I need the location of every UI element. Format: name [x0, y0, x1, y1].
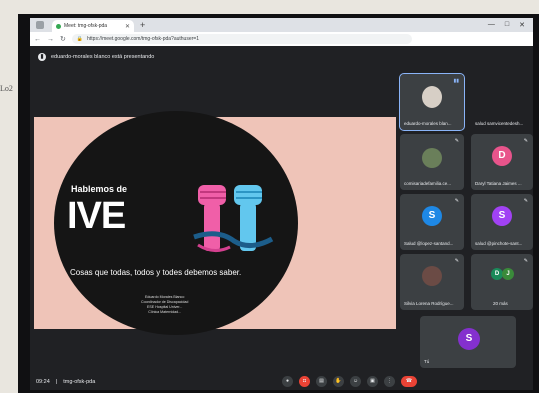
tab-close-icon[interactable]: ✕	[125, 23, 130, 30]
participant-avatar: S	[492, 206, 512, 226]
address-bar[interactable]: 🔒 https://meet.google.com/tmg-ofsk-pda?a…	[71, 34, 412, 44]
meet-favicon-icon	[56, 23, 61, 29]
credit-line: Clínica Maternidad...	[148, 310, 182, 314]
browser-toolbar: ← → ↻ 🔒 https://meet.google.com/tmg-ofsk…	[30, 32, 533, 46]
captions-button[interactable]: ▤	[316, 376, 327, 387]
meeting-separator: |	[55, 378, 58, 385]
mic-off-icon: ✎	[454, 198, 459, 204]
participant-tile[interactable]: S ✎ Salud @lopez-santand...	[400, 194, 464, 250]
browser-tab-bar: Meet: tmg-ofsk-pda ✕ + — □ ✕	[30, 18, 533, 32]
pink-fist	[198, 185, 226, 251]
slide-subtitle: Cosas que todas, todos y todes debemos s…	[70, 268, 242, 277]
present-button[interactable]: ▣	[367, 376, 378, 387]
new-tab-button[interactable]: +	[140, 20, 145, 30]
minimize-button[interactable]: —	[488, 21, 495, 29]
presentation-stage: Hablemos de IVE Cosas que todas, todos y…	[34, 111, 396, 335]
browser-tab[interactable]: Meet: tmg-ofsk-pda ✕	[52, 20, 134, 32]
raise-hand-button[interactable]: ✋	[333, 376, 344, 387]
slide-credits: Eduardo Morales Blanco Coordinador de Di…	[141, 295, 188, 315]
mic-off-icon: ✎	[523, 138, 528, 144]
presenting-banner: ▮ eduardo-morales blanco está presentand…	[30, 51, 533, 63]
window-controls: — □ ✕	[488, 21, 533, 29]
lock-icon: 🔒	[76, 36, 84, 42]
participant-tile[interactable]: S ✎ salud @pinchote-sant...	[471, 194, 533, 250]
paper-note: Lo2	[0, 84, 13, 93]
participant-photo	[422, 86, 442, 108]
mic-button[interactable]: ●	[282, 376, 293, 387]
maximize-button[interactable]: □	[505, 21, 509, 29]
participant-name: comisariadefamilia.ce...	[404, 181, 452, 186]
camera-off-button[interactable]: ◘	[299, 376, 310, 387]
end-call-button[interactable]: ☎	[401, 376, 417, 387]
participant-tile[interactable]: ▮▮ eduardo-morales blan...	[399, 73, 465, 131]
participant-avatar: J	[502, 268, 514, 280]
participant-name: salud samvicentedesh...	[475, 121, 524, 126]
close-window-button[interactable]: ✕	[519, 21, 525, 29]
participant-name: eduardo-morales blan...	[404, 121, 452, 126]
participant-name: Salud @lopez-santand...	[404, 241, 454, 246]
mic-off-icon: ✎	[454, 258, 459, 264]
participant-tile[interactable]: D ✎ Daryl Tatiana Jaimes ...	[471, 134, 533, 190]
back-icon[interactable]: ←	[34, 36, 41, 43]
self-name: Tú	[424, 359, 430, 364]
participant-name: salud @pinchote-sant...	[475, 241, 523, 246]
participant-tile[interactable]: D J ✎ 20 más	[471, 254, 533, 310]
forward-icon[interactable]: →	[47, 36, 54, 43]
participant-tile[interactable]: ✎ Silvia Lorena Rodrígue...	[400, 254, 464, 310]
tab-search-icon[interactable]	[36, 21, 44, 29]
mic-off-icon: ✎	[454, 138, 459, 144]
mic-off-icon: ✎	[523, 198, 528, 204]
call-controls: ● ◘ ▤ ✋ ☺ ▣ ⋮ ☎	[282, 376, 417, 387]
participant-name: Silvia Lorena Rodrígue...	[404, 301, 454, 306]
self-avatar: S	[458, 328, 480, 350]
meeting-controls-bar: 09:24 | tmg-ofsk-pda ● ◘ ▤ ✋ ☺ ▣ ⋮ ☎	[30, 373, 533, 390]
participant-tile[interactable]: ✎ comisariadefamilia.ce...	[400, 134, 464, 190]
raised-fists-icon	[193, 185, 274, 252]
presenting-text: eduardo-morales blanco está presentando	[51, 54, 155, 60]
presenter-icon: ▮	[38, 53, 46, 61]
participant-name: Daryl Tatiana Jaimes ...	[475, 181, 522, 186]
speaking-icon: ▮▮	[453, 78, 459, 84]
meeting-code: tmg-ofsk-pda	[63, 378, 96, 385]
participant-photo	[422, 148, 442, 168]
participant-avatar: S	[422, 206, 442, 226]
more-options-button[interactable]: ⋮	[384, 376, 395, 387]
mic-off-icon: ✎	[523, 258, 528, 264]
meet-screen: Meet: tmg-ofsk-pda ✕ + — □ ✕ ← → ↻ 🔒 htt…	[30, 18, 533, 390]
reactions-button[interactable]: ☺	[350, 376, 361, 387]
participant-photo	[422, 266, 442, 286]
participant-avatar: D	[492, 146, 512, 166]
tab-title: Meet: tmg-ofsk-pda	[64, 23, 108, 29]
slide-title-small: Hablemos de	[71, 184, 128, 194]
meeting-time: 09:24	[36, 378, 50, 385]
participant-tile[interactable]: salud samvicentedesh...	[471, 74, 533, 130]
more-participants-label: 20 más	[493, 301, 508, 306]
self-tile[interactable]: S Tú	[420, 316, 516, 368]
url-text: https://meet.google.com/tmg-ofsk-pda?aut…	[87, 36, 199, 42]
slide-title-big: IVE	[67, 195, 126, 237]
reload-icon[interactable]: ↻	[60, 35, 66, 43]
